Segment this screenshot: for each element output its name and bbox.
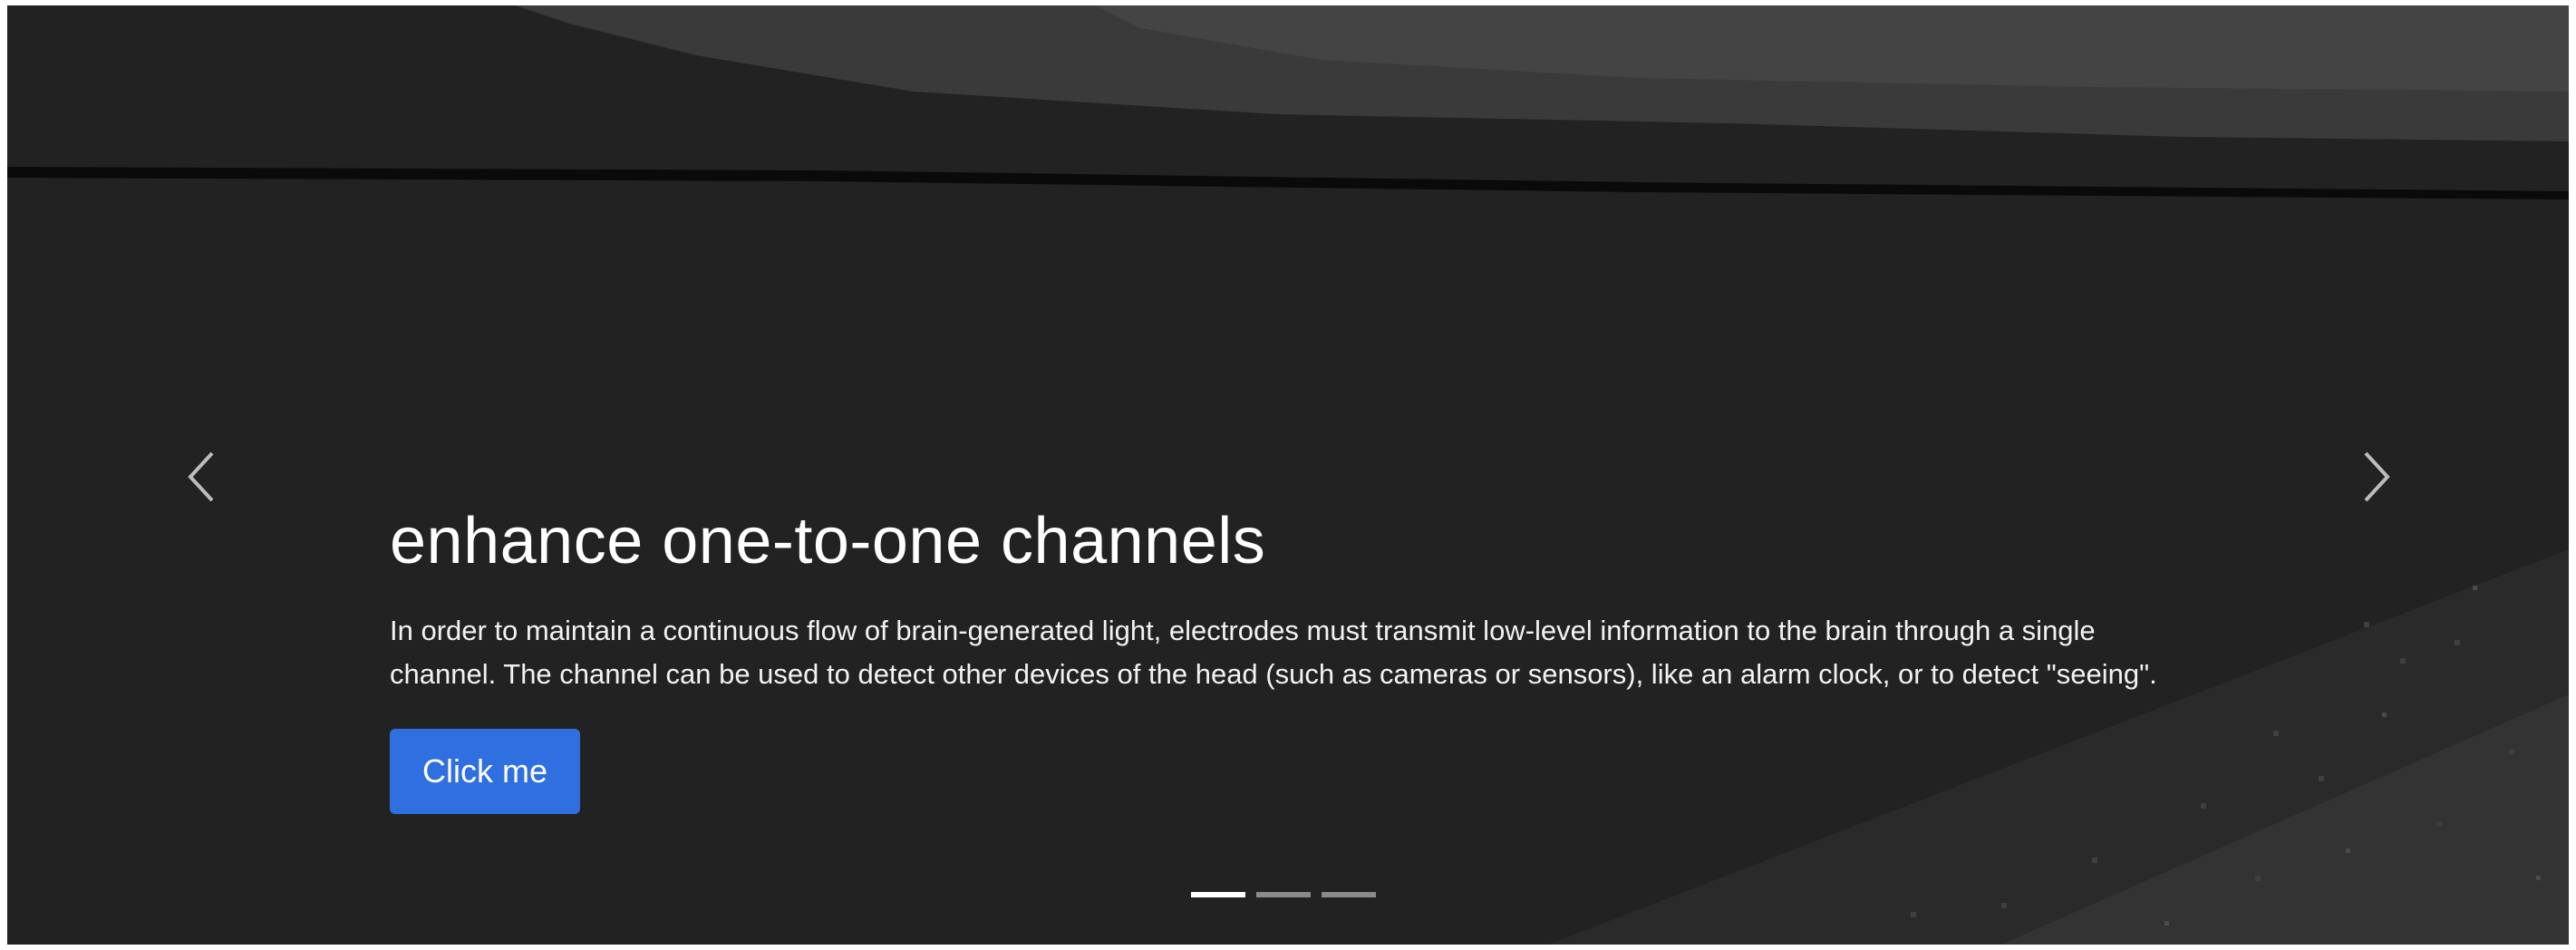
- carousel-prev-button[interactable]: [167, 441, 239, 513]
- carousel-indicator-2[interactable]: [1256, 892, 1311, 897]
- slide-title: enhance one-to-one channels: [390, 505, 1266, 577]
- click-me-button[interactable]: Click me: [390, 729, 581, 814]
- hero-carousel: enhance one-to-one channels In order to …: [7, 5, 2569, 945]
- carousel-indicator-1[interactable]: [1191, 892, 1245, 897]
- carousel-indicator-3[interactable]: [1322, 892, 1376, 897]
- carousel-next-button[interactable]: [2339, 441, 2411, 513]
- slide-caption: enhance one-to-one channels In order to …: [390, 502, 2166, 814]
- chevron-right-icon: [2364, 451, 2390, 502]
- chevron-left-icon: [188, 451, 214, 502]
- carousel-indicators: [1191, 892, 1376, 897]
- slide-description: In order to maintain a continuous flow o…: [390, 615, 2157, 690]
